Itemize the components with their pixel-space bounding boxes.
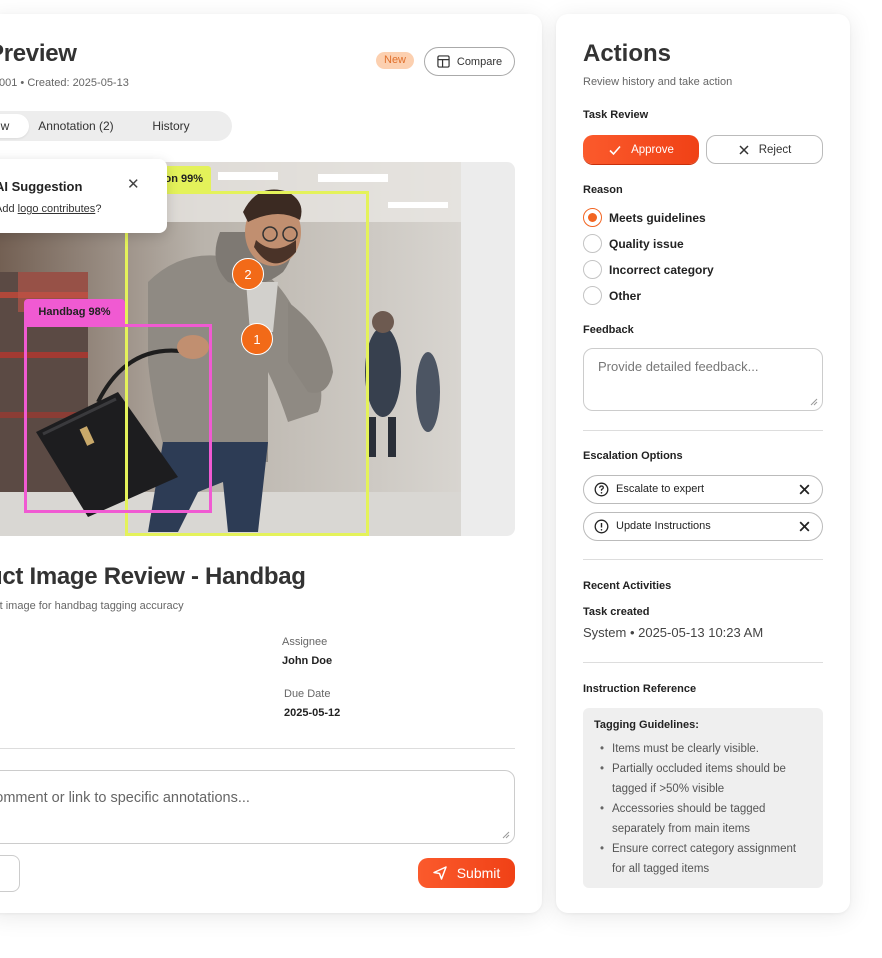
task-review-title: Task Review xyxy=(583,109,649,121)
handbag-bbox[interactable] xyxy=(24,324,212,513)
guideline-item: Items must be clearly visible. xyxy=(594,739,812,759)
comment-placeholder: comment or link to specific annotations.… xyxy=(0,790,250,806)
close-icon xyxy=(739,144,749,155)
send-icon xyxy=(432,866,447,880)
actions-panel: Actions Review history and take action T… xyxy=(556,14,850,913)
person-bbox-label: on 99% xyxy=(163,166,211,192)
assignee-label: Assignee xyxy=(282,636,328,648)
reason-label: Other xyxy=(609,289,642,303)
escalation-label: Escalate to expert xyxy=(616,483,705,495)
marker-1[interactable]: 1 xyxy=(241,323,273,355)
guidelines-title: Tagging Guidelines: xyxy=(594,719,699,731)
radio-other[interactable] xyxy=(583,286,602,305)
due-date-value: 2025-05-12 xyxy=(284,707,341,719)
tab-annotation[interactable]: Annotation (2) xyxy=(36,114,116,138)
preview-title: Preview xyxy=(0,40,77,67)
escalation-label: Update Instructions xyxy=(616,520,711,532)
ai-suggestion-text: Add logo contributes? xyxy=(0,203,101,215)
resize-handle-icon xyxy=(502,831,510,839)
question-icon xyxy=(594,482,609,497)
ai-suggestion-title: AI Suggestion xyxy=(0,179,83,194)
actions-subtitle: Review history and take action xyxy=(583,76,733,88)
radio-quality-issue[interactable] xyxy=(583,234,602,253)
submit-button[interactable]: Submit xyxy=(418,858,515,888)
due-date-label: Due Date xyxy=(284,688,331,700)
recent-activities-title: Recent Activities xyxy=(583,580,672,592)
escalate-expert-chip[interactable]: Escalate to expert xyxy=(583,475,823,504)
feedback-input[interactable]: Provide detailed feedback... xyxy=(583,348,823,411)
handbag-bbox-label: Handbag 98% xyxy=(24,299,125,325)
reason-title: Reason xyxy=(583,184,623,196)
compare-button[interactable]: Compare xyxy=(424,47,515,76)
divider xyxy=(583,430,823,431)
compare-label: Compare xyxy=(456,55,503,68)
radio-incorrect-category[interactable] xyxy=(583,260,602,279)
ai-text-prefix: Add xyxy=(0,203,15,215)
reason-label: Incorrect category xyxy=(609,263,714,277)
escalation-title: Escalation Options xyxy=(583,450,683,462)
preview-panel: Preview K-001 • Created: 2025-05-13 New … xyxy=(0,14,542,913)
close-icon[interactable] xyxy=(798,483,811,496)
comment-input[interactable] xyxy=(0,770,515,844)
attach-link-button[interactable] xyxy=(0,855,20,892)
marker-2[interactable]: 2 xyxy=(232,258,264,290)
resize-handle-icon xyxy=(810,398,818,406)
guideline-item: Accessories should be tagged separately … xyxy=(594,799,812,839)
reject-button[interactable]: Reject xyxy=(706,135,823,164)
feedback-placeholder: Provide detailed feedback... xyxy=(598,359,759,374)
guidelines-list: Items must be clearly visible. Partially… xyxy=(594,739,812,879)
guideline-item: Partially occluded items should be tagge… xyxy=(594,759,812,799)
divider xyxy=(0,748,515,749)
close-icon[interactable] xyxy=(798,520,811,533)
task-subtitle: uct image for handbag tagging accuracy xyxy=(0,600,184,612)
new-badge: New xyxy=(376,52,415,69)
divider xyxy=(583,662,823,663)
feedback-title: Feedback xyxy=(583,324,634,336)
approve-button[interactable]: Approve xyxy=(583,135,699,164)
update-instructions-chip[interactable]: Update Instructions xyxy=(583,512,823,541)
activity-title: Task created xyxy=(583,606,650,618)
instruction-reference-title: Instruction Reference xyxy=(583,683,697,695)
alert-icon xyxy=(594,519,609,534)
ai-suggestion-popup: AI Suggestion ✕ Add logo contributes? xyxy=(0,159,167,233)
reason-label: Meets guidelines xyxy=(609,211,706,225)
radio-meets-guidelines[interactable] xyxy=(583,208,602,227)
preview-meta: K-001 • Created: 2025-05-13 xyxy=(0,77,129,89)
tab-preview[interactable]: w xyxy=(0,114,29,138)
task-title: uct Image Review - Handbag xyxy=(0,563,306,590)
ai-text-suffix: ? xyxy=(95,203,102,215)
actions-title: Actions xyxy=(583,40,672,67)
ai-suggestion-link[interactable]: logo contributes xyxy=(18,203,96,215)
guidelines-box: Tagging Guidelines: Items must be clearl… xyxy=(583,708,823,888)
reason-label: Quality issue xyxy=(609,237,684,251)
tab-history[interactable]: History xyxy=(138,114,204,138)
check-icon xyxy=(609,145,621,155)
divider xyxy=(583,559,823,560)
reject-label: Reject xyxy=(758,143,792,156)
submit-label: Submit xyxy=(456,865,501,881)
approve-label: Approve xyxy=(631,143,674,156)
assignee-value: John Doe xyxy=(282,655,333,667)
table-icon xyxy=(437,55,450,68)
close-icon[interactable]: ✕ xyxy=(127,175,140,193)
guideline-item: Ensure correct category assignment for a… xyxy=(594,839,812,879)
activity-detail: System • 2025-05-13 10:23 AM xyxy=(583,625,764,640)
view-tabs: w Annotation (2) History xyxy=(0,111,232,141)
